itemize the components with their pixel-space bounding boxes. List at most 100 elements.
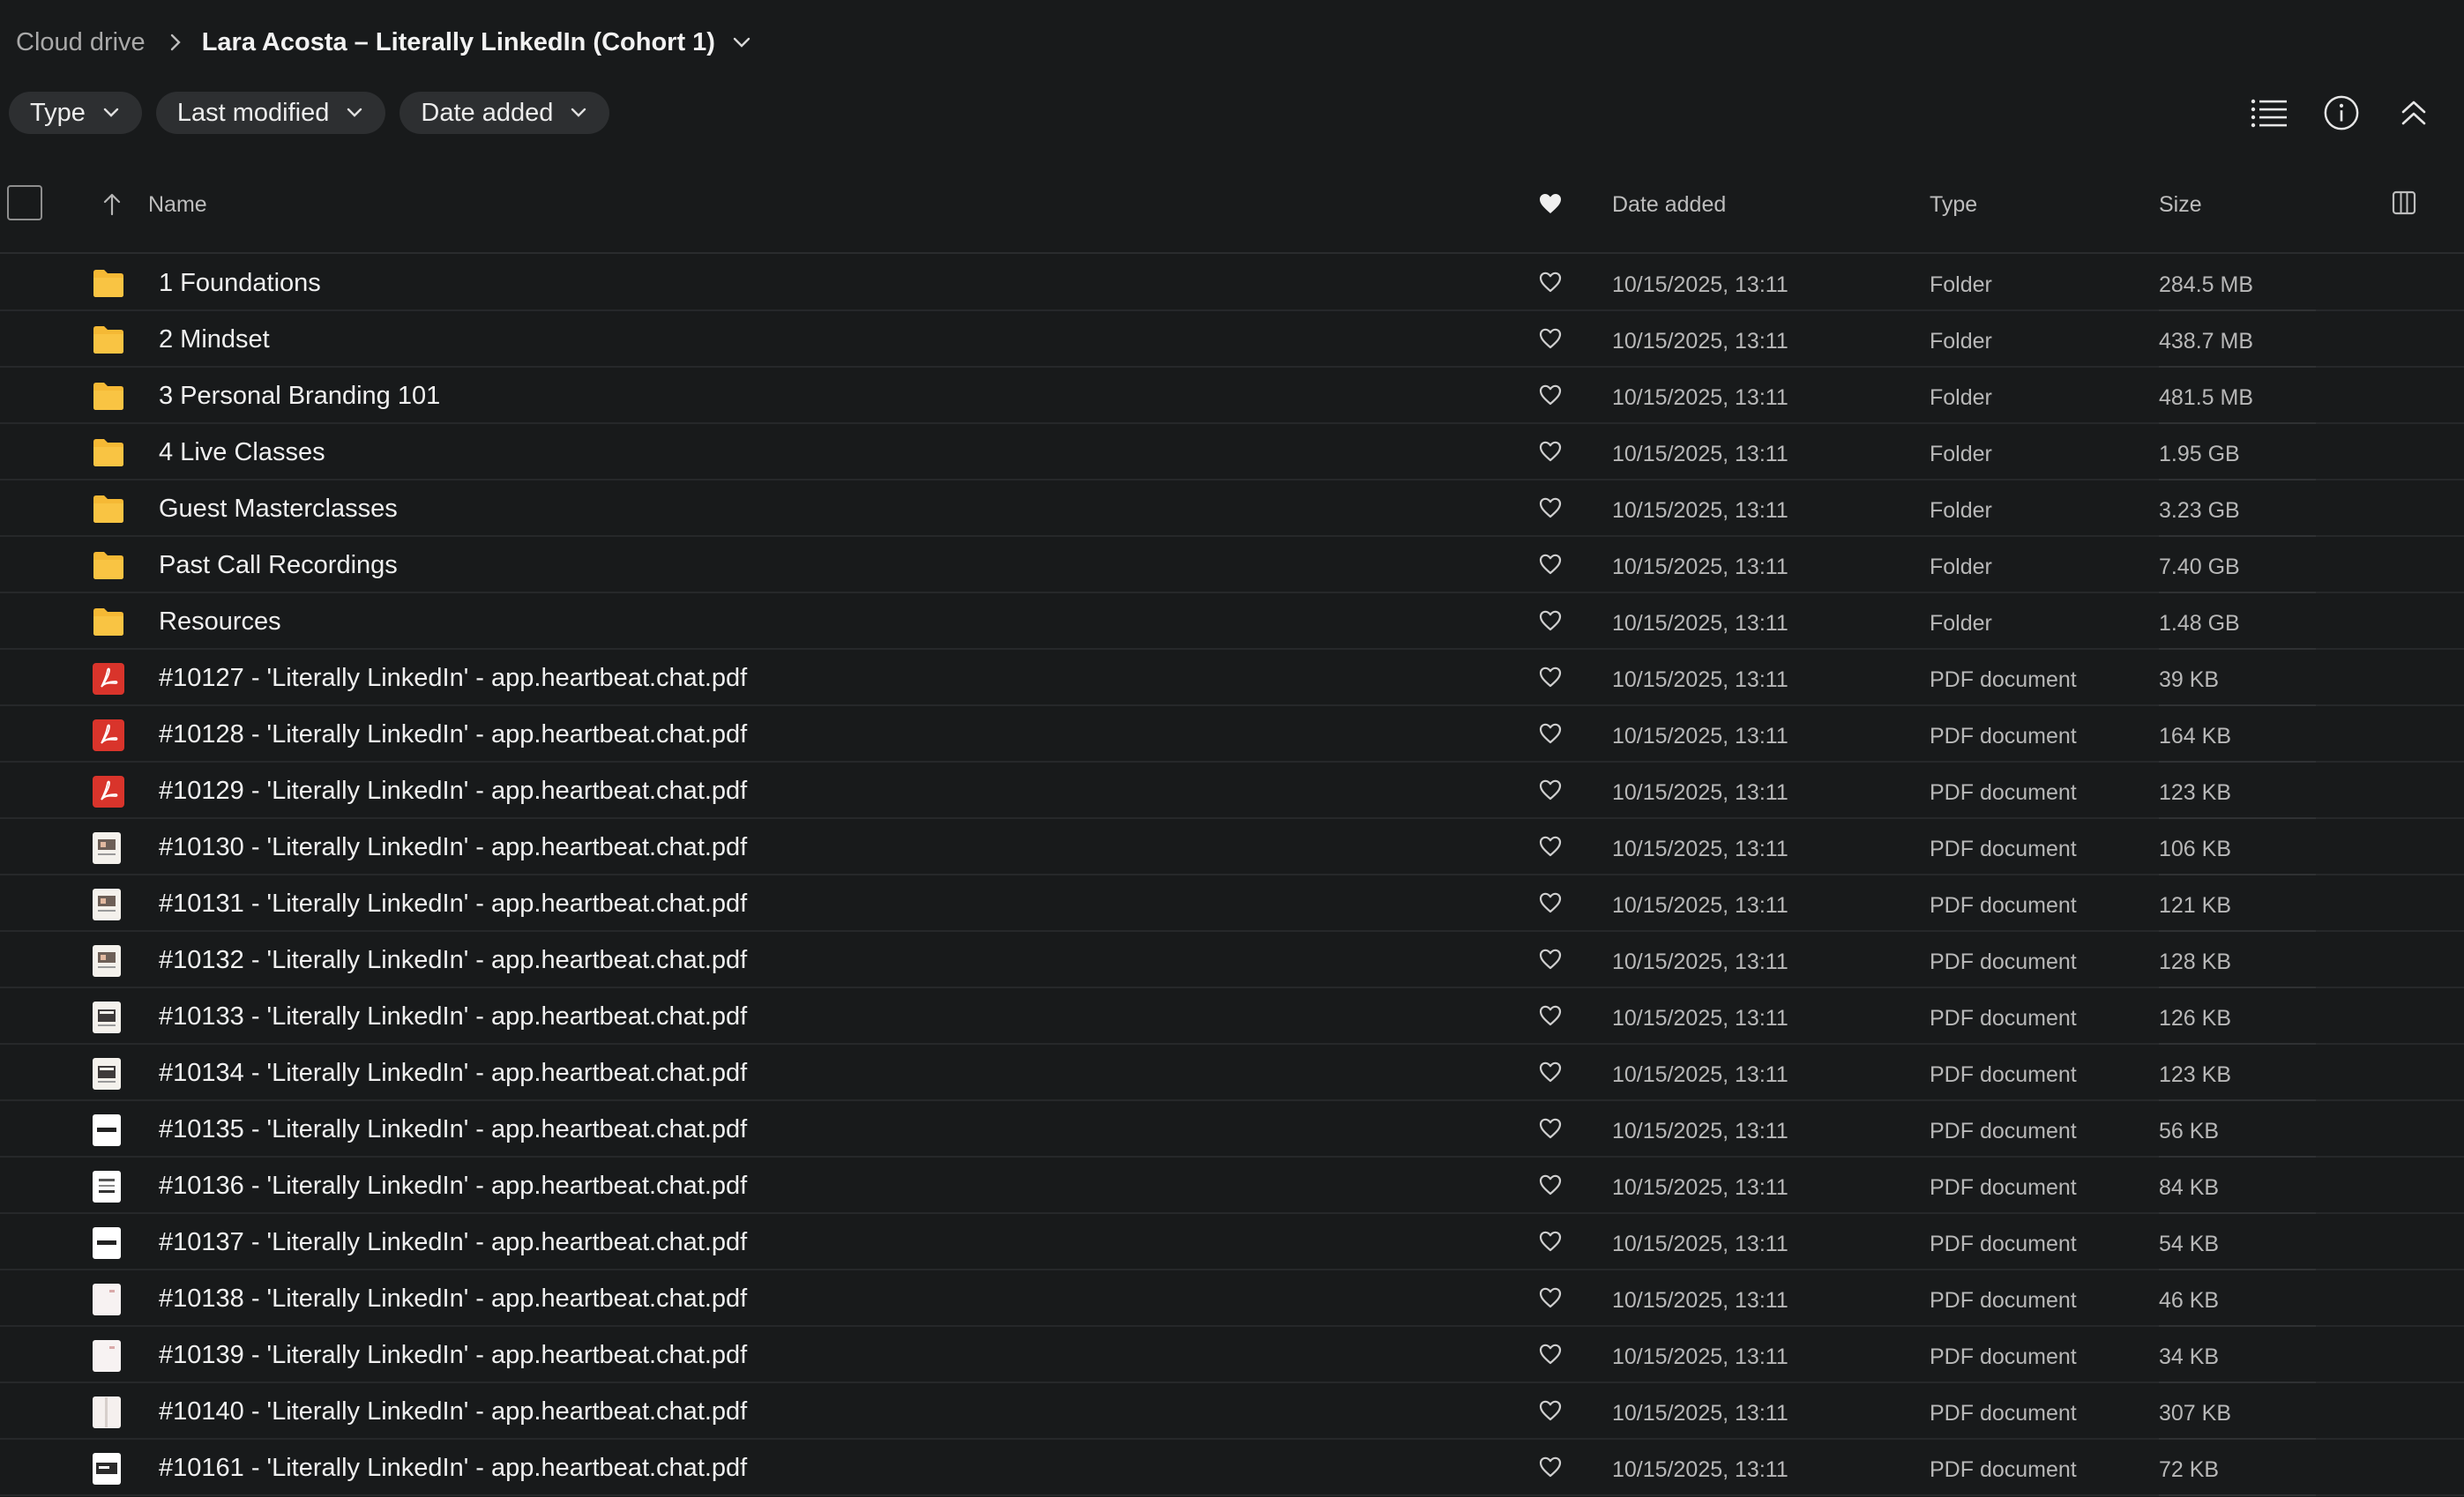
pdf-thumbnail-icon <box>92 1170 125 1203</box>
filter-last-modified-button[interactable]: Last modified <box>155 92 386 134</box>
favorite-heart-icon[interactable] <box>1538 666 1563 693</box>
file-name[interactable]: #10134 - 'Literally LinkedIn' - app.hear… <box>159 1059 747 1088</box>
column-header-size[interactable]: Size <box>2159 192 2202 218</box>
pdf-thumbnail-icon <box>92 1452 125 1485</box>
table-row[interactable]: #10128 - 'Literally LinkedIn' - app.hear… <box>0 706 2464 763</box>
table-row[interactable]: #10132 - 'Literally LinkedIn' - app.hear… <box>0 932 2464 988</box>
table-row[interactable]: 2 Mindset 10/15/2025, 13:11 Folder 438.7 MB <box>0 311 2464 368</box>
table-row[interactable]: 4 Live Classes 10/15/2025, 13:11 Folder 1.9… <box>0 424 2464 480</box>
file-name[interactable]: 4 Live Classes <box>159 438 325 467</box>
table-row[interactable]: Guest Masterclasses 10/15/2025, 13:11 Fold… <box>0 480 2464 537</box>
chevron-down-icon[interactable] <box>731 35 752 49</box>
date-added-cell: 10/15/2025, 13:11 <box>1612 611 1788 636</box>
file-name[interactable]: #10139 - 'Literally LinkedIn' - app.hear… <box>159 1341 747 1370</box>
table-row[interactable]: #10137 - 'Literally LinkedIn' - app.hear… <box>0 1214 2464 1270</box>
table-row[interactable]: #10138 - 'Literally LinkedIn' - app.hear… <box>0 1270 2464 1327</box>
filter-type-button[interactable]: Type <box>9 92 142 134</box>
pdf-thumbnail-icon <box>92 1339 125 1372</box>
table-row[interactable]: Resources 10/15/2025, 13:11 Folder 1.48 GB <box>0 593 2464 650</box>
breadcrumb-current-folder[interactable]: Lara Acosta – Literally LinkedIn (Cohort… <box>202 28 715 57</box>
column-header-type[interactable]: Type <box>1930 192 1977 218</box>
table-row[interactable]: #10133 - 'Literally LinkedIn' - app.hear… <box>0 988 2464 1045</box>
date-added-cell: 10/15/2025, 13:11 <box>1612 1401 1788 1426</box>
file-name[interactable]: #10136 - 'Literally LinkedIn' - app.hear… <box>159 1172 747 1201</box>
folder-icon <box>92 267 125 299</box>
file-name[interactable]: 3 Personal Branding 101 <box>159 382 440 411</box>
table-row[interactable]: #10140 - 'Literally LinkedIn' - app.hear… <box>0 1383 2464 1440</box>
table-row[interactable]: #10161 - 'Literally LinkedIn' - app.hear… <box>0 1440 2464 1496</box>
file-name[interactable]: 2 Mindset <box>159 325 270 354</box>
file-name[interactable]: #10132 - 'Literally LinkedIn' - app.hear… <box>159 946 747 975</box>
list-view-icon[interactable] <box>2251 92 2288 134</box>
table-row[interactable]: #10130 - 'Literally LinkedIn' - app.hear… <box>0 819 2464 875</box>
table-row[interactable]: #10134 - 'Literally LinkedIn' - app.hear… <box>0 1045 2464 1101</box>
favorite-heart-icon[interactable] <box>1538 835 1563 862</box>
file-name[interactable]: #10127 - 'Literally LinkedIn' - app.hear… <box>159 664 747 693</box>
filter-date-added-button[interactable]: Date added <box>399 92 610 134</box>
favorite-heart-icon[interactable] <box>1538 384 1563 411</box>
favorite-heart-icon[interactable] <box>1538 440 1563 467</box>
favorite-heart-icon[interactable] <box>1538 948 1563 975</box>
type-cell: Folder <box>1930 555 1992 579</box>
column-header-date-added[interactable]: Date added <box>1612 192 1726 218</box>
favorite-heart-icon[interactable] <box>1538 1004 1563 1032</box>
favorite-heart-icon[interactable] <box>1538 722 1563 749</box>
favorite-heart-icon[interactable] <box>1538 496 1563 524</box>
table-row[interactable]: #10131 - 'Literally LinkedIn' - app.hear… <box>0 875 2464 932</box>
type-cell: PDF document <box>1930 1344 2077 1369</box>
file-name[interactable]: Past Call Recordings <box>159 551 398 580</box>
file-name[interactable]: #10135 - 'Literally LinkedIn' - app.hear… <box>159 1115 747 1144</box>
favorite-heart-icon[interactable] <box>1538 609 1563 637</box>
file-name[interactable]: #10161 - 'Literally LinkedIn' - app.hear… <box>159 1454 747 1483</box>
table-row[interactable]: 3 Personal Branding 101 10/15/2025, 13:11… <box>0 368 2464 424</box>
favorite-heart-icon[interactable] <box>1538 1286 1563 1314</box>
favorite-heart-icon[interactable] <box>1538 1343 1563 1370</box>
collapse-up-icon[interactable] <box>2395 92 2432 134</box>
folder-icon <box>92 380 125 412</box>
file-name[interactable]: #10138 - 'Literally LinkedIn' - app.hear… <box>159 1285 747 1314</box>
table-row[interactable]: #10135 - 'Literally LinkedIn' - app.hear… <box>0 1101 2464 1158</box>
column-header-name[interactable]: Name <box>148 192 207 218</box>
favorite-heart-icon[interactable] <box>1538 1456 1563 1483</box>
favorite-heart-icon[interactable] <box>1538 1230 1563 1257</box>
file-name[interactable]: #10128 - 'Literally LinkedIn' - app.hear… <box>159 720 747 749</box>
date-added-cell: 10/15/2025, 13:11 <box>1612 837 1788 861</box>
columns-settings-icon[interactable] <box>2392 190 2416 220</box>
sort-ascending-icon[interactable] <box>101 192 123 221</box>
favorite-heart-icon[interactable] <box>1538 1173 1563 1201</box>
favorite-heart-icon[interactable] <box>1538 553 1563 580</box>
pdf-thumbnail-icon <box>92 1226 125 1259</box>
chevron-right-icon <box>168 32 183 53</box>
favorite-heart-icon[interactable] <box>1538 1399 1563 1426</box>
favorite-heart-icon[interactable] <box>1538 891 1563 919</box>
favorite-filled-icon[interactable] <box>1538 192 1563 220</box>
size-cell: 307 KB <box>2159 1401 2232 1426</box>
file-name[interactable]: #10131 - 'Literally LinkedIn' - app.hear… <box>159 890 747 919</box>
table-row[interactable]: #10139 - 'Literally LinkedIn' - app.hear… <box>0 1327 2464 1383</box>
file-name[interactable]: #10137 - 'Literally LinkedIn' - app.hear… <box>159 1228 747 1257</box>
table-row[interactable]: Past Call Recordings 10/15/2025, 13:11 Fol… <box>0 537 2464 593</box>
favorite-heart-icon[interactable] <box>1538 271 1563 298</box>
favorite-heart-icon[interactable] <box>1538 778 1563 806</box>
file-name[interactable]: #10140 - 'Literally LinkedIn' - app.hear… <box>159 1397 747 1426</box>
folder-icon <box>92 493 125 525</box>
file-name[interactable]: #10130 - 'Literally LinkedIn' - app.hear… <box>159 833 747 862</box>
info-icon[interactable] <box>2323 92 2360 134</box>
favorite-heart-icon[interactable] <box>1538 1061 1563 1088</box>
table-row[interactable]: 1 Foundations 10/15/2025, 13:11 Folder 284.… <box>0 255 2464 311</box>
breadcrumb-root-link[interactable]: Cloud drive <box>16 28 146 57</box>
file-name[interactable]: 1 Foundations <box>159 269 321 298</box>
file-name[interactable]: Resources <box>159 607 281 637</box>
file-name[interactable]: #10129 - 'Literally LinkedIn' - app.hear… <box>159 777 747 806</box>
table-row[interactable]: #10127 - 'Literally LinkedIn' - app.hear… <box>0 650 2464 706</box>
file-name[interactable]: Guest Masterclasses <box>159 495 398 524</box>
table-row[interactable]: #10136 - 'Literally LinkedIn' - app.hear… <box>0 1158 2464 1214</box>
favorite-heart-icon[interactable] <box>1538 1117 1563 1144</box>
date-added-cell: 10/15/2025, 13:11 <box>1612 1062 1788 1087</box>
favorite-heart-icon[interactable] <box>1538 327 1563 354</box>
select-all-checkbox[interactable] <box>7 185 42 220</box>
table-row[interactable]: #10129 - 'Literally LinkedIn' - app.hear… <box>0 763 2464 819</box>
folder-icon <box>92 436 125 468</box>
file-name[interactable]: #10133 - 'Literally LinkedIn' - app.hear… <box>159 1002 747 1032</box>
size-cell: 84 KB <box>2159 1175 2220 1200</box>
